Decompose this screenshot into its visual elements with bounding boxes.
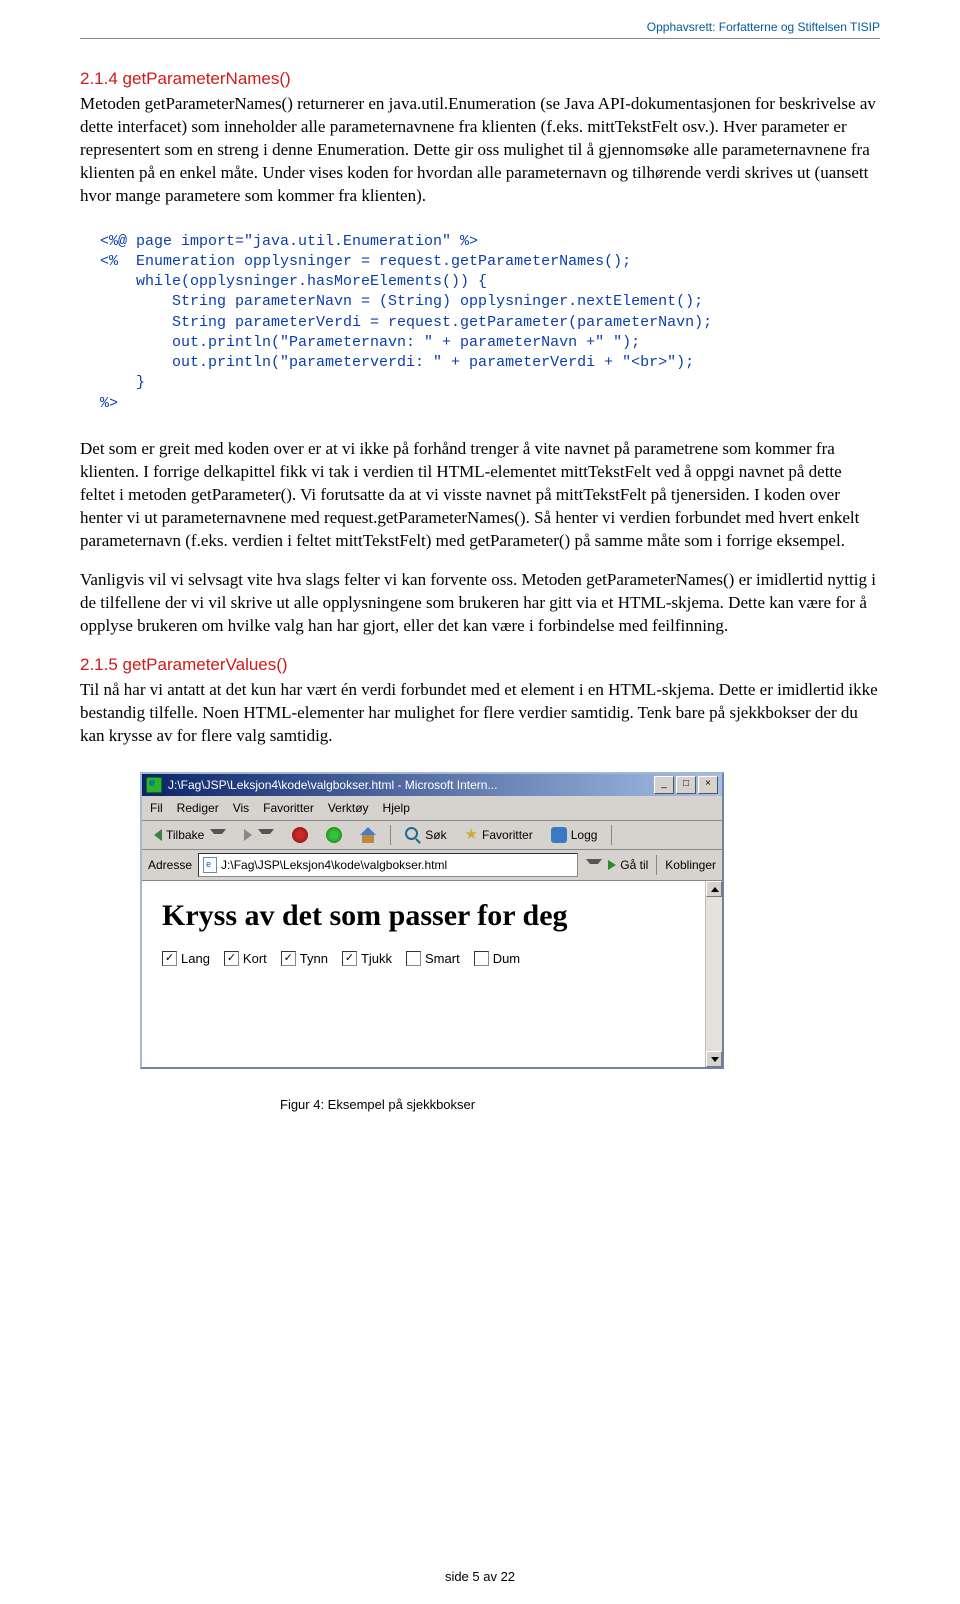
arrow-left-icon (154, 829, 162, 841)
copyright-header: Opphavsrett: Forfatterne og Stiftelsen T… (80, 20, 880, 38)
para2: Det som er greit med koden over er at vi… (80, 438, 880, 553)
go-label: Gå til (620, 858, 648, 872)
toolbar-separator (656, 855, 657, 875)
back-button[interactable]: Tilbake (148, 826, 232, 844)
checkbox-label: Kort (243, 951, 267, 966)
minimize-button[interactable]: _ (654, 776, 674, 794)
home-icon (360, 827, 376, 843)
log-label: Logg (571, 828, 598, 842)
checkbox-row: ✓ Lang ✓ Kort ✓ Tynn ✓ Tjukk Smart Dum (162, 951, 702, 966)
section-heading-1: 2.1.4 getParameterNames() (80, 69, 880, 89)
checkbox-label: Tynn (300, 951, 328, 966)
menu-help[interactable]: Hjelp (383, 800, 410, 816)
forward-button[interactable] (238, 827, 280, 844)
menu-tools[interactable]: Verktøy (328, 800, 369, 816)
menu-edit[interactable]: Rediger (177, 800, 219, 816)
para3: Vanligvis vil vi selvsagt vite hva slags… (80, 569, 880, 638)
checkbox-lang: ✓ Lang (162, 951, 210, 966)
address-label: Adresse (148, 858, 192, 872)
close-button[interactable]: × (698, 776, 718, 794)
scroll-up-button[interactable] (706, 881, 722, 897)
checkbox-input[interactable]: ✓ (162, 951, 177, 966)
toolbar: Tilbake Søk ★ Favoritter (142, 821, 722, 850)
home-button[interactable] (354, 825, 382, 845)
chevron-down-icon (210, 829, 226, 842)
page-icon (203, 857, 217, 873)
search-button[interactable]: Søk (399, 825, 452, 845)
section-heading-2: 2.1.5 getParameterValues() (80, 655, 880, 675)
checkbox-label: Tjukk (361, 951, 392, 966)
page-heading: Kryss av det som passer for deg (162, 899, 702, 933)
favorites-button[interactable]: ★ Favoritter (459, 826, 539, 844)
figure-wrapper: J:\Fag\JSP\Leksjon4\kode\valgbokser.html… (140, 772, 880, 1112)
menu-view[interactable]: Vis (233, 800, 249, 816)
menu-favorites[interactable]: Favoritter (263, 800, 314, 816)
checkbox-input[interactable] (406, 951, 421, 966)
star-icon: ★ (465, 828, 478, 842)
chevron-down-icon[interactable] (586, 859, 602, 872)
history-icon (551, 827, 567, 843)
section1-para1: Metoden getParameterNames() returnerer e… (80, 93, 880, 208)
checkbox-tjukk: ✓ Tjukk (342, 951, 392, 966)
checkbox-tynn: ✓ Tynn (281, 951, 328, 966)
checkbox-input[interactable]: ✓ (224, 951, 239, 966)
ie-icon (146, 777, 162, 793)
log-button[interactable]: Logg (545, 825, 604, 845)
figure-caption: Figur 4: Eksempel på sjekkbokser (280, 1097, 880, 1112)
checkbox-smart: Smart (406, 951, 460, 966)
address-bar: Adresse J:\Fag\JSP\Leksjon4\kode\valgbok… (142, 850, 722, 881)
menu-file[interactable]: Fil (150, 800, 163, 816)
header-divider (80, 38, 880, 39)
checkbox-dum: Dum (474, 951, 520, 966)
toolbar-separator (611, 825, 612, 845)
section-title: getParameterValues() (123, 655, 288, 674)
stop-icon (292, 827, 308, 843)
toolbar-separator (390, 825, 391, 845)
section-number: 2.1.4 (80, 69, 118, 88)
search-label: Søk (425, 828, 446, 842)
checkbox-label: Lang (181, 951, 210, 966)
checkbox-input[interactable]: ✓ (342, 951, 357, 966)
stop-button[interactable] (286, 825, 314, 845)
page-footer: side 5 av 22 (0, 1569, 960, 1584)
checkbox-kort: ✓ Kort (224, 951, 267, 966)
refresh-button[interactable] (320, 825, 348, 845)
favorites-label: Favoritter (482, 828, 533, 842)
chevron-down-icon (258, 829, 274, 842)
scroll-down-button[interactable] (706, 1051, 722, 1067)
maximize-button[interactable]: □ (676, 776, 696, 794)
go-arrow-icon (608, 860, 616, 870)
window-title: J:\Fag\JSP\Leksjon4\kode\valgbokser.html… (168, 778, 497, 792)
menubar: Fil Rediger Vis Favoritter Verktøy Hjelp (142, 796, 722, 821)
checkbox-label: Smart (425, 951, 460, 966)
arrow-right-icon (244, 829, 252, 841)
address-input[interactable]: J:\Fag\JSP\Leksjon4\kode\valgbokser.html (198, 853, 578, 877)
checkbox-input[interactable] (474, 951, 489, 966)
section2-para1: Til nå har vi antatt at det kun har vært… (80, 679, 880, 748)
titlebar: J:\Fag\JSP\Leksjon4\kode\valgbokser.html… (142, 774, 722, 796)
content-area: Kryss av det som passer for deg ✓ Lang ✓ Ko… (142, 881, 722, 1067)
scrollbar[interactable] (705, 881, 722, 1067)
search-icon (405, 827, 421, 843)
checkbox-label: Dum (493, 951, 520, 966)
refresh-icon (326, 827, 342, 843)
links-label[interactable]: Koblinger (665, 858, 716, 872)
section-number: 2.1.5 (80, 655, 118, 674)
browser-window: J:\Fag\JSP\Leksjon4\kode\valgbokser.html… (140, 772, 724, 1069)
code-block-1: <%@ page import="java.util.Enumeration" … (100, 232, 880, 414)
checkbox-input[interactable]: ✓ (281, 951, 296, 966)
address-value: J:\Fag\JSP\Leksjon4\kode\valgbokser.html (221, 858, 447, 872)
section-title: getParameterNames() (123, 69, 291, 88)
back-label: Tilbake (166, 828, 204, 842)
go-button[interactable]: Gå til (608, 858, 648, 872)
